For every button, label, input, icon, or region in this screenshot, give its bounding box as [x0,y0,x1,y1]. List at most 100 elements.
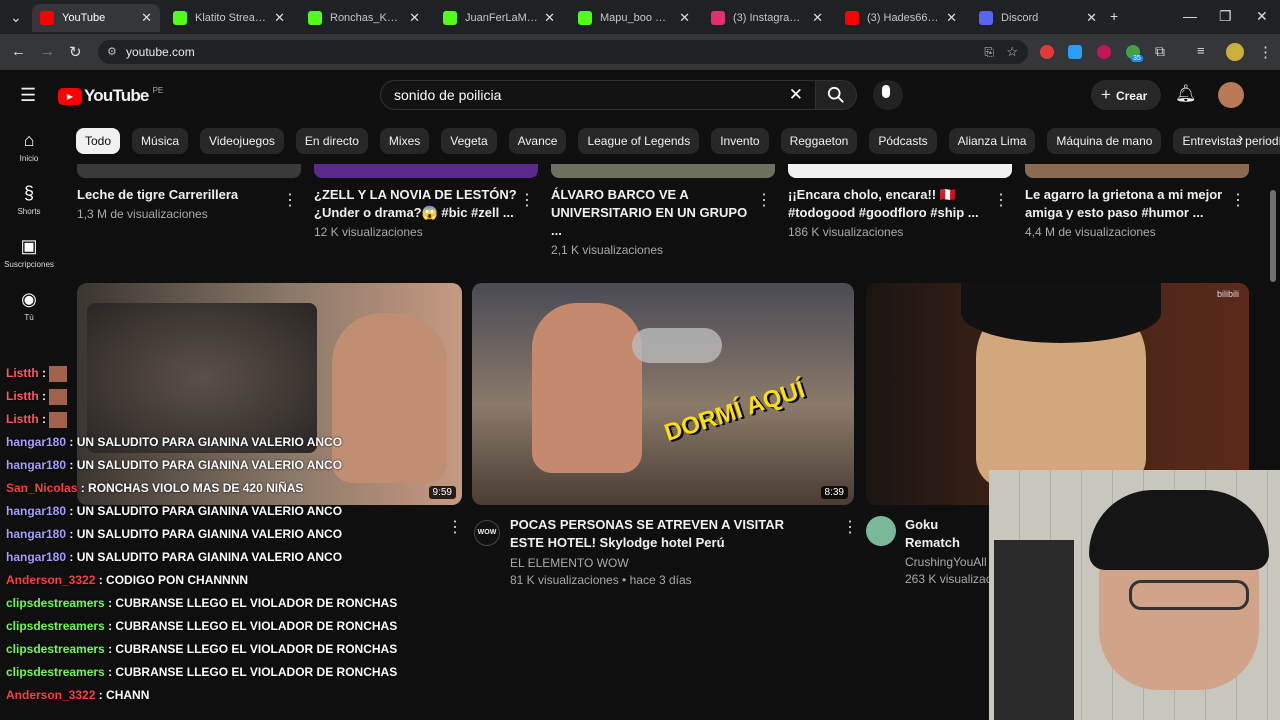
tab-close-icon[interactable]: ✕ [812,10,823,26]
voice-search-button[interactable] [873,80,903,110]
extensions-puzzle-icon[interactable]: ⧉ [1155,43,1165,60]
video-card[interactable]: ¿ZELL Y LA NOVIA DE LESTÓN? ¿Under o dra… [314,186,535,239]
search-button[interactable] [815,80,857,110]
install-app-icon[interactable]: ⎘ [984,40,994,64]
channel-avatar[interactable] [866,516,896,546]
filter-chip[interactable]: Música [132,128,189,154]
sidebar-item[interactable]: ⌂ Inicio [0,130,58,163]
tab-title: JuanFerLaMata - V [465,12,539,24]
profile-avatar-icon[interactable] [1226,43,1244,61]
channel-name[interactable]: EL ELEMENTO WOW [510,556,800,570]
thumbnail[interactable] [314,164,538,178]
browser-tab[interactable]: (3) Hades66 - YO ✕ [837,4,965,32]
chat-message: Listth : [6,362,406,385]
browser-tab[interactable]: JuanFerLaMata - V ✕ [435,4,563,32]
create-button[interactable]: + Crear [1091,80,1161,110]
more-options-icon[interactable]: ⋮ [519,190,535,210]
video-title[interactable]: Goku Rematch [905,516,995,552]
thumbnail[interactable] [77,164,301,178]
more-options-icon[interactable]: ⋮ [282,190,298,210]
video-card[interactable]: Le agarro la grietona a mi mejor amiga y… [1025,186,1246,239]
tab-close-icon[interactable]: ✕ [679,10,690,26]
reload-icon[interactable]: ↻ [69,43,82,61]
sidebar-item[interactable]: ◉ Tú [0,289,58,322]
filter-chip[interactable]: En directo [295,128,368,154]
video-title[interactable]: ¡¡Encara cholo, encara!! 🇵🇪 #todogood #g… [788,186,998,222]
notifications-bell-icon[interactable]: 🔔︎ [1175,84,1197,104]
browser-tab[interactable]: YouTube ✕ [32,4,160,32]
video-title[interactable]: Le agarro la grietona a mi mejor amiga y… [1025,186,1235,222]
adblock-extension-icon[interactable] [1040,45,1054,59]
video-card[interactable]: ÁLVARO BARCO VE A UNIVERSITARIO EN UN GR… [551,186,772,257]
channel-name[interactable]: CrushingYouAll [905,555,995,569]
filter-chips: Todo Música Videojuegos En directo Mixes Vege… [76,128,1280,154]
filter-chip[interactable]: League of Legends [578,128,700,154]
more-options-icon[interactable]: ⋮ [447,517,463,537]
filter-chip[interactable]: Alianza Lima [948,128,1036,154]
tab-close-icon[interactable]: ✕ [141,10,152,26]
video-card[interactable]: Leche de tigre Carrerillera 1,3 M de visu… [77,186,298,221]
sidebar-item[interactable]: § Shorts [0,183,58,216]
account-avatar[interactable] [1218,82,1244,108]
clear-search-icon[interactable]: ✕ [789,81,803,109]
tab-close-icon[interactable]: ✕ [409,10,420,26]
filter-chip[interactable]: Invento [711,128,769,154]
video-title[interactable]: Leche de tigre Carrerillera [77,186,287,204]
hamburger-menu-icon[interactable]: ☰ [20,85,36,106]
tab-favicon-icon [173,11,187,25]
video-title[interactable]: ÁLVARO BARCO VE A UNIVERSITARIO EN UN GR… [551,186,761,240]
thumbnail[interactable] [1025,164,1249,178]
filter-chip[interactable]: Máquina de mano [1047,128,1162,154]
filter-chip[interactable]: Videojuegos [200,128,284,154]
chips-next-arrow-icon[interactable]: › [1238,130,1243,148]
youtube-logo[interactable]: ▶ YouTube PE [58,86,163,106]
video-title[interactable]: ¿ZELL Y LA NOVIA DE LESTÓN? ¿Under o dra… [314,186,524,222]
browser-menu-icon[interactable]: ⋮ [1258,43,1273,61]
filter-chip[interactable]: Reggaeton [780,128,858,154]
browser-tab[interactable]: (3) Instagram • M ✕ [703,4,831,32]
browser-tab[interactable]: Ronchas_Kun - W ✕ [300,4,428,32]
filter-chip[interactable]: Entrevistas periodístic [1173,128,1280,154]
tab-close-icon[interactable]: ✕ [544,10,555,26]
video-title[interactable]: POCAS PERSONAS SE ATREVEN A VISITAR ESTE… [510,516,800,552]
tab-close-icon[interactable]: ✕ [1086,10,1097,26]
new-tab-icon[interactable]: + [1110,8,1118,24]
browser-tab[interactable]: Mapu_boo Stream ✕ [570,4,698,32]
media-control-icon[interactable]: ≡ [1197,43,1205,58]
window-close-icon[interactable]: ✕ [1256,8,1268,25]
restore-icon[interactable]: ❐ [1219,8,1232,25]
more-options-icon[interactable]: ⋮ [993,190,1009,210]
filter-chip[interactable]: Vegeta [441,128,497,154]
video-meta: 4,4 M de visualizaciones [1025,225,1156,239]
video-card[interactable]: ¡¡Encara cholo, encara!! 🇵🇪 #todogood #g… [788,186,1009,239]
page-scrollbar[interactable] [1270,190,1276,282]
translate-extension-icon[interactable] [1068,45,1082,59]
thumbnail-watermark: bilibili [1216,289,1239,299]
tab-close-icon[interactable]: ✕ [274,10,285,26]
sidebar-item[interactable]: ▣ Suscripciones [0,236,58,269]
search-input[interactable]: sonido de poilicia ✕ [380,80,816,110]
chat-message: Anderson_3322 : CHANN [6,688,150,702]
tab-close-icon[interactable]: ✕ [946,10,957,26]
thumbnail[interactable] [788,164,1012,178]
shield-extension-icon[interactable] [1097,45,1111,59]
minimize-icon[interactable]: — [1183,8,1197,24]
thumbnail[interactable] [551,164,775,178]
video-thumbnail-2[interactable]: DORMÍ AQUÍ 8:39 [472,283,854,505]
site-info-icon[interactable]: ⚙ [107,40,117,64]
forward-icon[interactable]: → [40,43,55,60]
address-bar[interactable]: ⚙ youtube.com ⎘ ☆ [98,40,1028,64]
back-icon[interactable]: ← [11,43,26,60]
filter-chip[interactable]: Avance [508,128,567,154]
more-options-icon[interactable]: ⋮ [1230,190,1246,210]
filter-chip[interactable]: Todo [76,128,121,154]
browser-tab[interactable]: Klatito Stream - W ✕ [165,4,293,32]
filter-chip[interactable]: Pódcasts [869,128,937,154]
filter-chip[interactable]: Mixes [379,128,430,154]
browser-tab[interactable]: Discord ✕ [971,4,1105,32]
more-options-icon[interactable]: ⋮ [756,190,772,210]
channel-avatar[interactable]: WOW [474,520,500,546]
more-options-icon[interactable]: ⋮ [842,517,858,537]
tab-search-icon[interactable]: ⌄ [10,9,22,26]
bookmark-star-icon[interactable]: ☆ [1006,40,1018,64]
